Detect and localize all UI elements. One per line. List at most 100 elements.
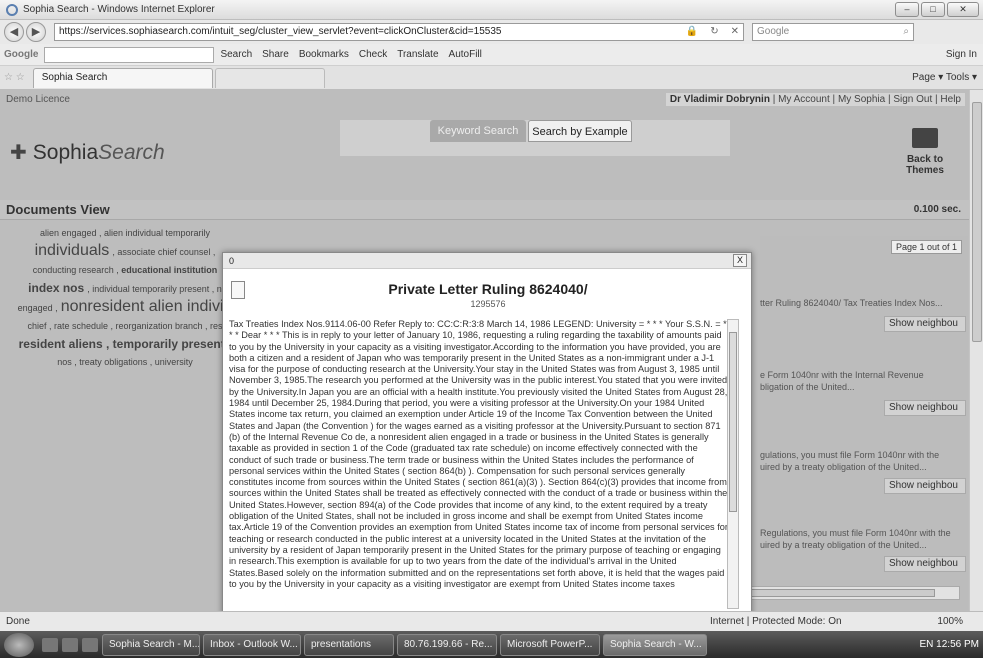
- system-tray[interactable]: EN 12:56 PM: [920, 639, 979, 650]
- search-time: 0.100 sec.: [913, 204, 961, 215]
- cloud-term[interactable]: individuals: [35, 242, 110, 259]
- dialog-header-label: 0: [229, 256, 235, 266]
- page-content: Demo Licence Dr Vladimir Dobrynin | My A…: [0, 90, 969, 611]
- back-to-themes-label: Back to Themes: [906, 154, 944, 176]
- url-text: https://services.sophiasearch.com/intuit…: [59, 26, 502, 37]
- cloud-term[interactable]: engaged ,: [18, 303, 58, 313]
- show-neighbours-button[interactable]: Show neighbou: [884, 316, 966, 332]
- tab-search-by-example[interactable]: Search by Example: [528, 120, 632, 142]
- document-dialog: 0 X Private Letter Ruling 8624040/ 12955…: [222, 252, 752, 611]
- taskbar-item[interactable]: Sophia Search - M...: [102, 633, 200, 656]
- tab-sophia-search[interactable]: Sophia Search: [32, 67, 213, 88]
- taskbar-item[interactable]: Sophia Search - W...: [603, 633, 707, 656]
- ie-icon: [6, 3, 18, 16]
- cloud-term[interactable]: , individual temporarily present , n: [87, 284, 222, 294]
- result-snippet[interactable]: e Form 1040nr with the Internal Revenue: [760, 370, 965, 380]
- google-search-button[interactable]: Search: [220, 49, 252, 60]
- cloud-term[interactable]: nonresident alien individ: [61, 298, 233, 315]
- cloud-term[interactable]: conducting research ,: [33, 265, 119, 275]
- share-button[interactable]: Share: [262, 49, 289, 60]
- document-title: Private Letter Ruling 8624040/: [388, 281, 588, 297]
- cloud-term[interactable]: educational institution: [121, 265, 217, 275]
- refresh-icon[interactable]: ↻: [706, 24, 722, 40]
- cloud-term[interactable]: resident aliens , temporarily present ,: [0, 335, 250, 353]
- forward-arrow-icon[interactable]: ▶: [26, 22, 46, 42]
- lock-icon[interactable]: 🔒: [682, 24, 702, 40]
- search-input[interactable]: Google ⌕: [752, 23, 914, 41]
- security-zone: Internet | Protected Mode: On: [710, 616, 842, 627]
- show-neighbours-button[interactable]: Show neighbou: [884, 400, 966, 416]
- quicklaunch-icon[interactable]: [42, 637, 58, 652]
- stop-icon[interactable]: ✕: [727, 24, 743, 40]
- document-scrollbar[interactable]: [727, 319, 739, 609]
- help-link[interactable]: Help: [940, 94, 961, 105]
- favorites-star-icon[interactable]: ☆ ☆: [4, 72, 25, 83]
- search-placeholder: Google: [757, 26, 790, 37]
- minimize-button[interactable]: –: [895, 2, 919, 17]
- taskbar-item[interactable]: 80.76.199.66 - Re...: [397, 633, 497, 656]
- cloud-term[interactable]: , associate chief counsel ,: [112, 247, 215, 257]
- sign-out-link[interactable]: Sign Out: [893, 94, 932, 105]
- google-toolbar-input[interactable]: [44, 46, 215, 63]
- cloud-term[interactable]: chief , rate schedule , reorganization b…: [0, 317, 250, 335]
- page-vertical-scrollbar[interactable]: [969, 90, 983, 611]
- result-snippet[interactable]: uired by a treaty obligation of the Unit…: [760, 540, 965, 550]
- folder-icon: [912, 128, 938, 148]
- my-sophia-link[interactable]: My Sophia: [838, 94, 885, 105]
- google-toolbar: Google Search Share Bookmarks Check Tran…: [0, 44, 983, 66]
- sophia-cross-icon: ✚: [10, 142, 27, 164]
- logo-italic: Search: [98, 140, 165, 164]
- status-bar: Done Internet | Protected Mode: On 100%: [0, 611, 983, 631]
- sophia-logo: ✚ Sophia Search: [10, 140, 165, 165]
- result-snippet[interactable]: gulations, you must file Form 1040nr wit…: [760, 450, 965, 460]
- taskbar-item[interactable]: Inbox - Outlook W...: [203, 633, 301, 656]
- show-neighbours-button[interactable]: Show neighbou: [884, 556, 966, 572]
- logo-main: Sophia: [32, 140, 99, 164]
- cloud-term[interactable]: nos , treaty obligations , university: [0, 353, 250, 371]
- my-account-link[interactable]: My Account: [778, 94, 830, 105]
- bookmarks-button[interactable]: Bookmarks: [299, 49, 349, 60]
- demo-licence-label: Demo Licence: [6, 94, 70, 105]
- document-scroll-thumb[interactable]: [729, 332, 737, 512]
- taskbar-item[interactable]: Microsoft PowerP...: [500, 633, 600, 656]
- document-id: 1295576: [470, 299, 506, 309]
- dialog-close-button[interactable]: X: [733, 254, 747, 267]
- back-to-themes-button[interactable]: Back to Themes: [893, 128, 957, 176]
- page-tools-menu[interactable]: Page ▾ Tools ▾: [912, 72, 977, 83]
- user-name: Dr Vladimir Dobrynin: [669, 94, 770, 105]
- new-tab[interactable]: [214, 67, 325, 88]
- url-field[interactable]: https://services.sophiasearch.com/intuit…: [54, 23, 744, 41]
- check-button[interactable]: Check: [359, 49, 387, 60]
- result-snippet[interactable]: tter Ruling 8624040/ Tax Treaties Index …: [760, 298, 965, 308]
- sign-in-link[interactable]: Sign In: [946, 49, 977, 60]
- address-bar: ◀ ▶ https://services.sophiasearch.com/in…: [0, 20, 983, 44]
- window-title: Sophia Search - Windows Internet Explore…: [23, 4, 215, 15]
- user-bar: Dr Vladimir Dobrynin | My Account | My S…: [665, 93, 965, 106]
- google-logo: Google: [4, 49, 39, 60]
- quicklaunch-icon[interactable]: [62, 637, 78, 652]
- zoom-level[interactable]: 100%: [937, 612, 963, 632]
- search-icon[interactable]: ⌕: [903, 24, 909, 40]
- taskbar-item[interactable]: presentations: [304, 633, 394, 656]
- result-snippet[interactable]: uired by a treaty obligation of the Unit…: [760, 462, 965, 472]
- autofill-button[interactable]: AutoFill: [449, 49, 482, 60]
- documents-view-header: Documents View 0.100 sec.: [0, 200, 969, 220]
- close-window-button[interactable]: ✕: [947, 2, 979, 17]
- status-text: Done: [6, 616, 30, 627]
- tab-keyword-search[interactable]: Keyword Search: [430, 120, 526, 142]
- result-snippet[interactable]: bligation of the United...: [760, 382, 965, 392]
- start-button[interactable]: [4, 632, 34, 657]
- result-snippet[interactable]: Regulations, you must file Form 1040nr w…: [760, 528, 965, 538]
- show-neighbours-button[interactable]: Show neighbou: [884, 478, 966, 494]
- page-scroll-thumb[interactable]: [972, 102, 982, 342]
- results-panel: Page 1 out of 1 tter Ruling 8624040/ Tax…: [760, 236, 968, 610]
- browser-tabbar: ☆ ☆ Sophia Search Page ▾ Tools ▾: [0, 66, 983, 90]
- pager-label: Page 1 out of 1: [890, 240, 962, 254]
- cloud-term[interactable]: index nos: [28, 281, 84, 295]
- back-arrow-icon[interactable]: ◀: [4, 22, 24, 42]
- maximize-button[interactable]: □: [921, 2, 945, 17]
- quicklaunch-icon[interactable]: [82, 637, 98, 652]
- cloud-term[interactable]: alien engaged , alien individual tempora…: [0, 224, 250, 242]
- translate-button[interactable]: Translate: [397, 49, 438, 60]
- taskbar: Sophia Search - M... Inbox - Outlook W..…: [0, 631, 983, 658]
